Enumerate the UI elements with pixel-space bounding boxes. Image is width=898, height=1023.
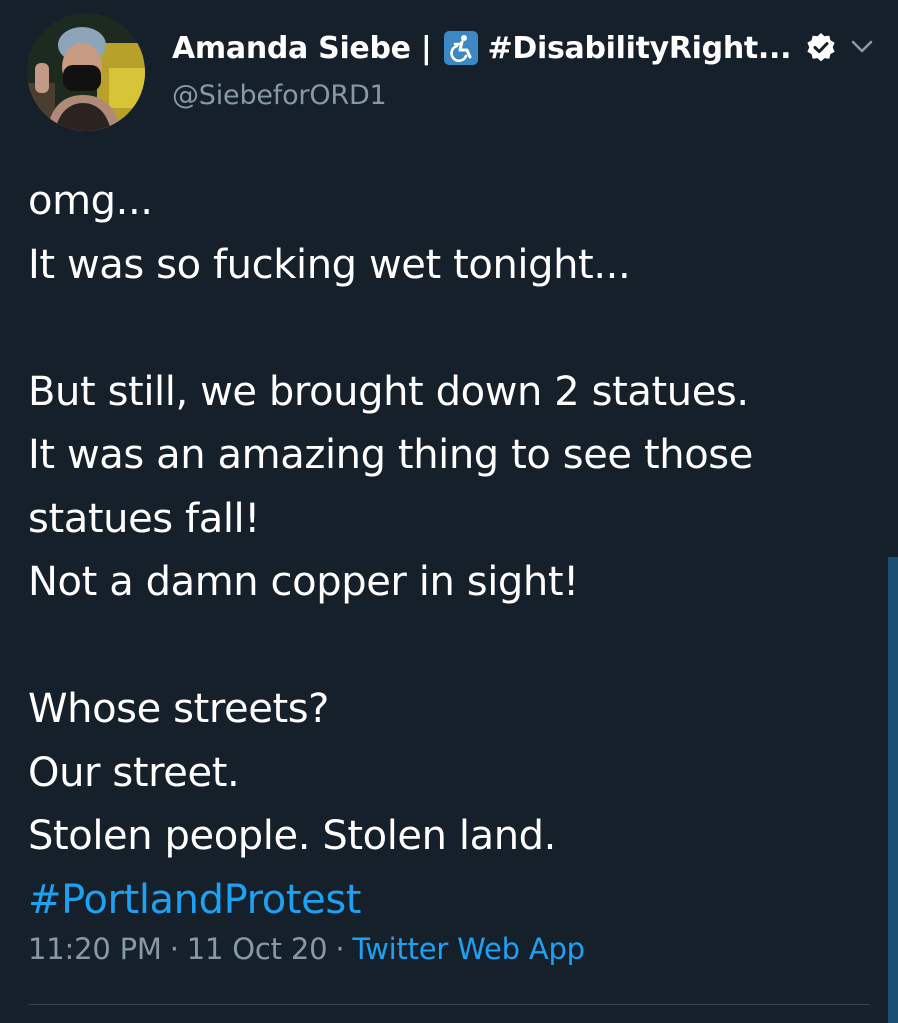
author-display-name[interactable]: Amanda Siebe | (172, 31, 432, 66)
tweet-date[interactable]: 11 Oct 20 (187, 932, 328, 966)
scrollbar[interactable] (888, 557, 898, 1023)
tweet-line: Not a damn copper in sight! (28, 559, 579, 605)
author-handle[interactable]: @SiebeforORD1 (172, 80, 387, 111)
verified-badge-icon (805, 32, 837, 64)
tweet-line: Whose streets? (28, 686, 330, 732)
tweet-line: But still, we brought down 2 statues. (28, 368, 749, 415)
chevron-down-icon[interactable] (848, 32, 876, 60)
author-name-row[interactable]: Amanda Siebe | #DisabilityRight... (172, 26, 837, 70)
tweet-line: Stolen people. Stolen land. (28, 813, 556, 859)
divider (28, 1004, 870, 1005)
tweet-line: statues fall! (28, 495, 260, 542)
meta-separator: · (169, 932, 179, 966)
tweet-line: omg... (28, 178, 153, 224)
tweet-line: Our street. (28, 749, 240, 796)
tweet-source-link[interactable]: Twitter Web App (352, 932, 585, 966)
avatar-photo (27, 13, 145, 131)
tweet-text: omg... It was so fucking wet tonight... … (28, 170, 878, 932)
tweet-time[interactable]: 11:20 PM (28, 932, 162, 966)
avatar[interactable] (27, 13, 145, 131)
meta-separator: · (335, 932, 345, 966)
tweet-line: It was so fucking wet tonight... (28, 241, 631, 288)
tweet-line: It was an amazing thing to see those (28, 432, 753, 478)
tweet-meta: 11:20 PM · 11 Oct 20 · Twitter Web App (28, 932, 585, 966)
hashtag-link[interactable]: #PortlandProtest (28, 869, 878, 933)
accessibility-icon (443, 31, 478, 65)
author-display-name-suffix[interactable]: #DisabilityRight... (488, 31, 792, 66)
